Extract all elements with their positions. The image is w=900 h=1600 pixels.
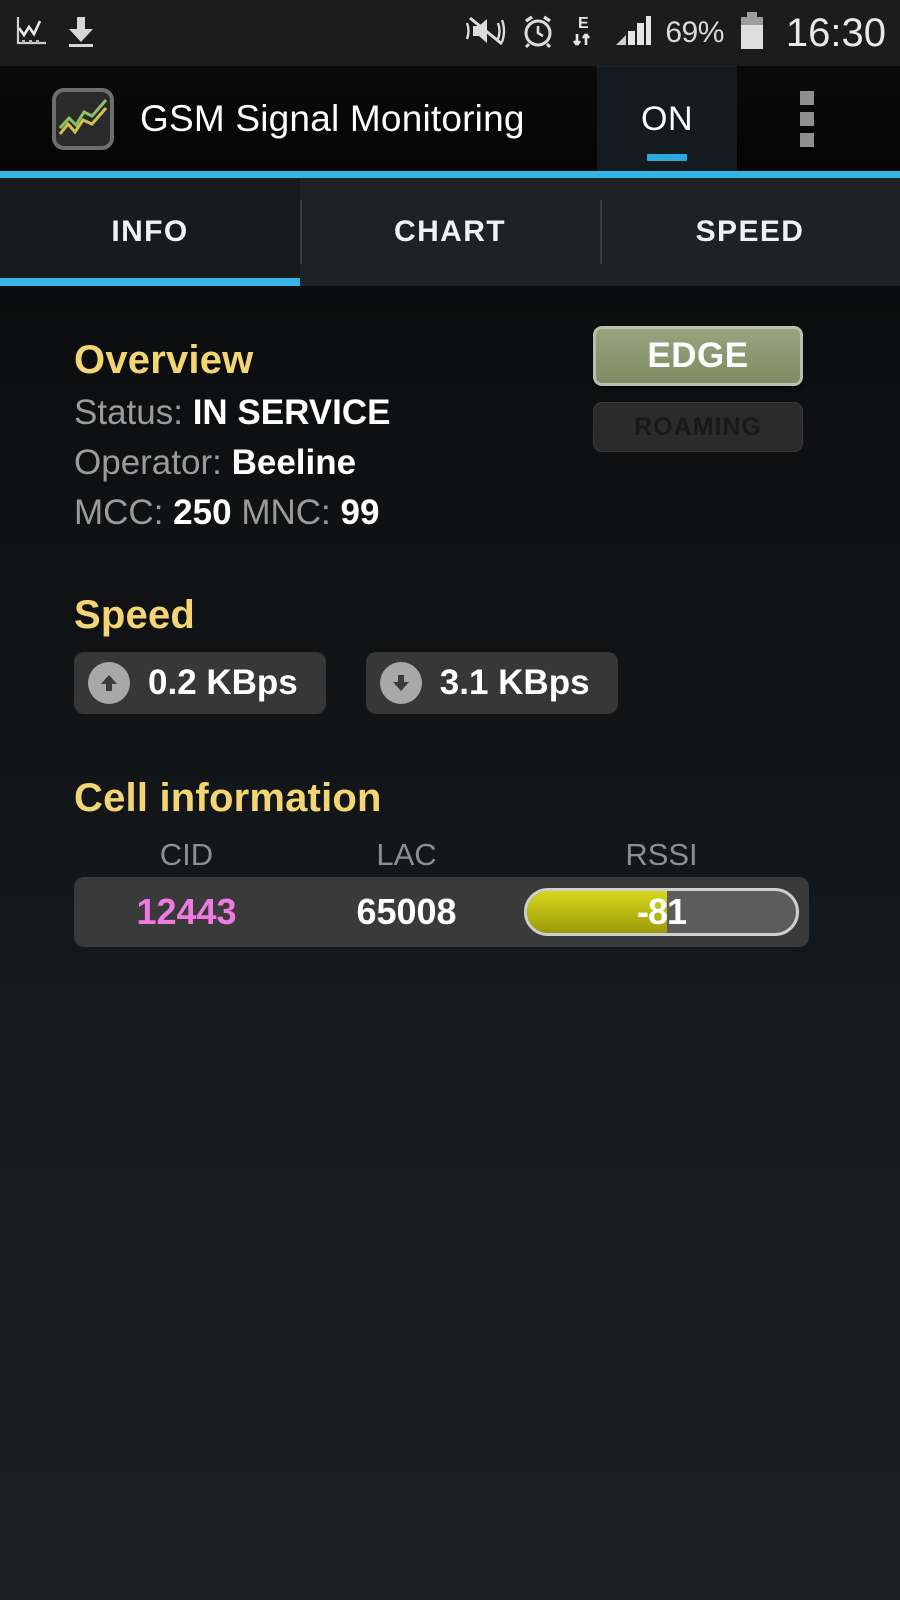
status-badge-roaming: ROAMING — [593, 402, 803, 452]
arrow-up-icon — [88, 662, 130, 704]
alarm-clock-icon — [520, 13, 556, 54]
speed-heading: Speed — [74, 593, 196, 637]
info-tab-content: Overview Status: IN SERVICE Operator: Be… — [0, 286, 900, 1600]
overflow-menu-icon[interactable] — [800, 90, 814, 147]
status-bar-left-icons — [14, 14, 96, 53]
network-badges: EDGE ROAMING — [593, 326, 803, 452]
overview-operator-value: Beeline — [231, 443, 357, 482]
overview-mcc-mnc-row: MCC: 250 MNC: 99 — [74, 493, 900, 533]
phone-screen: E 69% 16:30 GSM Signal Monitoring ON INF… — [0, 0, 900, 1600]
overview-section: Overview Status: IN SERVICE Operator: Be… — [74, 286, 900, 533]
status-bar-clock: 16:30 — [785, 10, 886, 55]
upload-speed-chip: 0.2 KBps — [74, 652, 326, 714]
app-chart-icon — [52, 87, 114, 150]
overview-mnc-label: MNC: — [241, 493, 331, 532]
cell-lac-value: 65008 — [356, 891, 457, 932]
cell-rssi-value: -81 — [636, 891, 687, 932]
tab-info-label: INFO — [111, 215, 189, 248]
arrow-down-icon — [379, 662, 422, 704]
mute-vibrate-icon — [465, 13, 507, 54]
overview-operator-label: Operator: — [74, 443, 222, 482]
download-speed-chip: 3.1 KBps — [365, 652, 618, 714]
action-bar: GSM Signal Monitoring ON — [0, 66, 900, 171]
overview-mcc-label: MCC: — [74, 493, 164, 532]
edge-data-icon: E — [569, 12, 599, 55]
chart-notification-icon — [14, 14, 48, 53]
tab-speed-label: SPEED — [695, 215, 805, 248]
rssi-signal-bar: -81 — [524, 888, 799, 936]
tab-info[interactable]: INFO — [0, 178, 300, 286]
battery-icon — [737, 11, 767, 56]
status-bar: E 69% 16:30 — [0, 0, 900, 66]
column-header-lac: LAC — [376, 837, 437, 872]
download-speed-value: 3.1 KBps — [439, 663, 590, 702]
battery-percent: 69% — [665, 16, 724, 49]
app-title: GSM Signal Monitoring — [140, 97, 525, 139]
tab-chart-label: CHART — [394, 215, 506, 248]
column-header-rssi: RSSI — [625, 837, 698, 872]
accent-divider — [0, 171, 900, 178]
speed-chips: 0.2 KBps 3.1 KBps — [74, 652, 900, 714]
svg-text:E: E — [578, 15, 589, 32]
cell-information-heading: Cell information — [74, 776, 382, 820]
cell-table-header: CID LAC RSSI — [74, 837, 809, 873]
cell-rssi-cell: -81 — [514, 888, 809, 936]
signal-bars-icon — [612, 13, 652, 54]
monitoring-toggle-button[interactable]: ON — [597, 66, 737, 171]
cell-cid-value: 12443 — [136, 891, 237, 932]
tab-speed[interactable]: SPEED — [600, 178, 900, 286]
column-header-cid: CID — [159, 837, 214, 872]
speed-section: Speed 0.2 KBps 3.1 KBps — [74, 593, 900, 714]
monitoring-toggle-label: ON — [641, 99, 693, 138]
download-icon — [66, 14, 96, 53]
status-badge-network: EDGE — [593, 326, 803, 386]
table-row[interactable]: 12443 65008 -81 — [74, 877, 809, 947]
overview-status-label: Status: — [74, 393, 183, 432]
cell-information-section: Cell information CID LAC RSSI 12443 6500… — [74, 776, 900, 947]
tab-chart[interactable]: CHART — [300, 178, 600, 286]
upload-speed-value: 0.2 KBps — [148, 663, 298, 702]
status-bar-right-icons: E 69% 16:30 — [465, 11, 886, 56]
overview-mnc-value: 99 — [340, 493, 380, 532]
tab-bar: INFO CHART SPEED — [0, 178, 900, 286]
overview-status-value: IN SERVICE — [192, 393, 391, 432]
overview-mcc-value: 250 — [173, 493, 232, 532]
monitoring-toggle-indicator — [647, 154, 687, 161]
